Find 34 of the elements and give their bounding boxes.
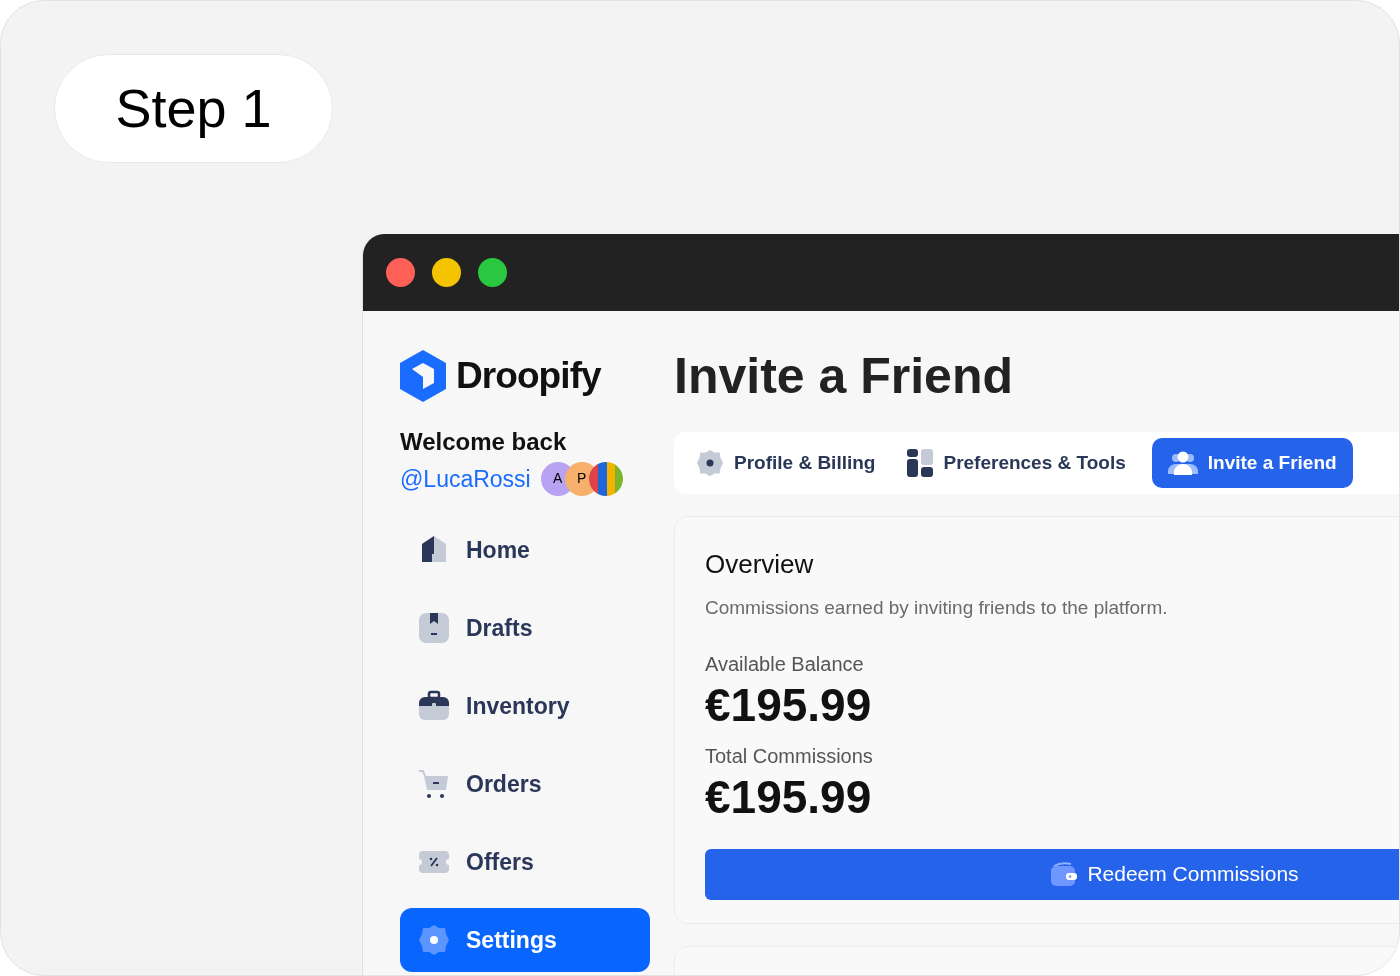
redeem-button[interactable]: Redeem Commissions xyxy=(705,848,1399,900)
balance-amount: €195.99 xyxy=(705,770,873,823)
card-title: Overview xyxy=(705,548,815,581)
tab[interactable]: Invite a Friend xyxy=(1151,438,1353,488)
nav-item[interactable]: Drafts xyxy=(400,596,650,660)
window-control[interactable] xyxy=(432,258,461,287)
balance-amount: €195.99 xyxy=(705,678,873,731)
hexagon-logo-icon xyxy=(400,349,446,402)
user-handle[interactable]: @LucaRossi xyxy=(400,461,531,496)
welcome-text: Welcome back xyxy=(400,426,568,457)
window-control[interactable] xyxy=(386,258,415,287)
settings-icon xyxy=(418,924,450,956)
cart-icon xyxy=(418,768,450,800)
page-title: Invite a Friend xyxy=(674,348,1014,404)
document-icon xyxy=(418,612,450,644)
nav-item[interactable]: Home xyxy=(400,518,650,582)
window-control[interactable] xyxy=(478,258,507,287)
nav-item[interactable]: Offers xyxy=(400,830,650,894)
nav-item[interactable]: Inventory xyxy=(400,674,650,738)
brand-name: Droopify xyxy=(456,354,601,398)
tab[interactable]: Preferences & Tools xyxy=(901,438,1132,488)
balance-label: Available Balance xyxy=(705,651,865,677)
step-badge: Step 1 xyxy=(54,54,333,163)
people-icon xyxy=(1167,450,1198,476)
nav-item[interactable]: Orders xyxy=(400,752,650,816)
balance-label: Total Commissions xyxy=(705,743,874,769)
nav-item[interactable]: Settings xyxy=(400,908,650,972)
settings-icon xyxy=(696,449,724,477)
tab[interactable]: Profile & Billing xyxy=(690,438,882,488)
blocks-icon xyxy=(907,449,934,477)
briefcase-icon xyxy=(418,690,450,722)
card-description: Commissions earned by inviting friends to the platform. xyxy=(705,596,1169,620)
avatar-picture xyxy=(588,461,623,496)
wallet-icon xyxy=(1051,862,1078,886)
